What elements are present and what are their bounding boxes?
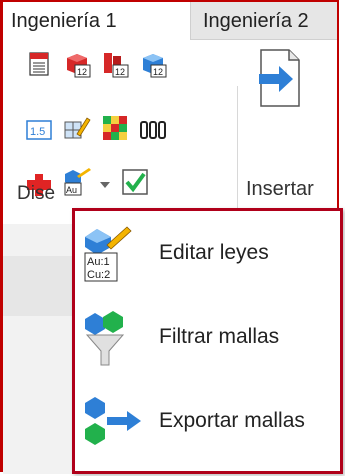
grade-cu-text: Cu:2: [87, 269, 110, 281]
edit-grid-icon[interactable]: [63, 114, 91, 142]
menu-item-label: Editar leyes: [159, 241, 269, 264]
ribbon-separator: [237, 86, 238, 216]
red-cube-12-icon[interactable]: 12: [63, 50, 91, 78]
group-label-dise: Dise: [17, 183, 56, 204]
menu-item-label: Filtrar mallas: [159, 325, 280, 348]
tab-bar: Ingeniería 1 Ingeniería 2: [3, 2, 337, 40]
tab-ingenieria-2[interactable]: Ingeniería 2: [195, 2, 340, 40]
insert-icon[interactable]: [255, 48, 303, 108]
dropdown-arrow-icon[interactable]: [99, 180, 111, 190]
document-red-icon[interactable]: [25, 50, 53, 78]
value-1-5-icon[interactable]: 1.5: [25, 116, 53, 144]
edit-grades-icon: Au:1 Cu:2: [84, 226, 132, 282]
menu-item-exportar-mallas[interactable]: Exportar mallas: [75, 387, 340, 457]
export-meshes-icon: [85, 397, 141, 445]
grade-au-text: Au:1: [87, 256, 110, 268]
menu-item-filtrar-mallas[interactable]: Filtrar mallas: [75, 303, 340, 373]
red-layers-12-icon[interactable]: 12: [101, 50, 129, 78]
menu-item-label: Exportar mallas: [159, 409, 305, 432]
menu-item-editar-leyes[interactable]: Au:1 Cu:2 Editar leyes: [75, 219, 340, 289]
grades-au-cu-icon[interactable]: Au: [63, 168, 95, 196]
insert-button-label[interactable]: Insertar: [246, 178, 314, 201]
color-grid-icon[interactable]: [101, 114, 129, 142]
layers-number-text: 12: [115, 67, 125, 77]
blue-cube-number-text: 12: [153, 67, 163, 77]
filter-meshes-icon: [85, 311, 125, 366]
tab-ingenieria-1[interactable]: Ingeniería 1: [3, 2, 191, 40]
value-text: 1.5: [30, 126, 45, 138]
au-text: Au: [66, 185, 77, 195]
grades-dropdown-menu: Au:1 Cu:2 Editar leyes Filtrar mallas Ex…: [72, 208, 343, 474]
cube-number-text: 12: [77, 67, 87, 77]
blue-cube-12-icon[interactable]: 12: [139, 50, 167, 78]
data-columns-icon[interactable]: [139, 116, 167, 144]
green-check-icon[interactable]: [121, 168, 149, 196]
